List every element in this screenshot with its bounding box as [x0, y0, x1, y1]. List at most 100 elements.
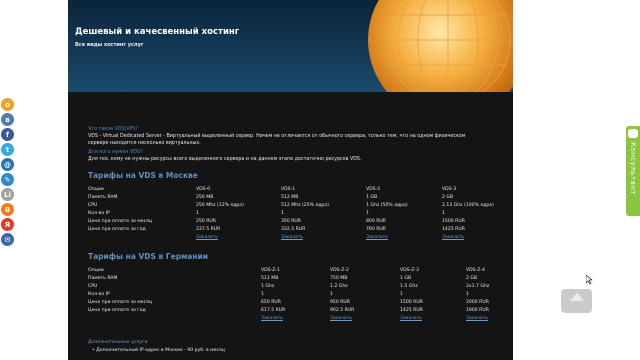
- table-cell: VDS-Z-3: [400, 268, 419, 273]
- chat-icon: [628, 129, 638, 138]
- table-cell: Опции: [88, 187, 104, 192]
- extras-heading: Дополнительные услуги: [88, 340, 148, 345]
- order-link[interactable]: Заказать: [330, 316, 352, 321]
- table-cell: VDS-3: [442, 187, 457, 192]
- table-cell: 902.5 RUR: [330, 308, 355, 313]
- table-cell: 1 Ghz: [261, 284, 275, 289]
- table-cell: Цена при оплате за месяц: [88, 300, 152, 305]
- twitter-icon[interactable]: t: [1, 143, 14, 156]
- livejournal-icon[interactable]: ✎: [1, 173, 14, 186]
- table-cell: 2 GB: [466, 276, 478, 281]
- table-cell: 1425 RUR: [400, 308, 423, 313]
- table-cell: 650 RUR: [261, 300, 281, 305]
- mouse-cursor: [586, 275, 593, 285]
- order-link[interactable]: Заказать: [442, 235, 464, 240]
- table-cell: 950 RUR: [330, 300, 350, 305]
- table-row: Цена при оплате за месяц 650 RUR 950 RUR 15…: [88, 300, 498, 308]
- table-row: Цена при оплате за год 617.5 RUR 902.5 RUR…: [88, 308, 498, 316]
- arrow-up-icon: [570, 293, 584, 301]
- table-cell: Цена при оплате за год: [88, 227, 146, 232]
- table-cell: Цена при оплате за год: [88, 308, 146, 313]
- extras-item: • Дополнительный IP-адрес в Москве - 90 …: [92, 348, 225, 353]
- germany-heading: Тарифы на VDS в Германии: [88, 252, 209, 261]
- consultant-tab[interactable]: Консультант: [626, 126, 640, 216]
- order-link[interactable]: Заказать: [196, 235, 218, 240]
- table-cell: VDS-2: [366, 187, 381, 192]
- table-cell: 1.2 Ghz: [330, 284, 348, 289]
- table-cell: 1500 RUR: [400, 300, 423, 305]
- table-cell: Кол-во IP: [88, 211, 110, 216]
- table-cell: 2000 RUR: [466, 300, 489, 305]
- main-page: Дешевый и качесвенный хостинг Все виды х…: [68, 0, 513, 360]
- table-cell: 1: [442, 211, 445, 216]
- header-banner: Дешевый и качесвенный хостинг Все виды х…: [68, 0, 513, 92]
- order-link[interactable]: Заказать: [261, 316, 283, 321]
- table-cell: 1900 RUR: [466, 308, 489, 313]
- faq-answer-1-line2: сервере находится несколько виртуальных.: [88, 141, 201, 146]
- germany-tariff-table: Опции VDS-Z-1 VDS-Z-2 VDS-Z-3 VDS-Z-4 Память …: [88, 268, 498, 328]
- table-row: Память RAM 256 MB 512 MB 1 GB 2 GB: [88, 195, 498, 203]
- table-cell: 332.5 RUR: [281, 227, 306, 232]
- table-cell: 760 RUR: [366, 227, 386, 232]
- faq-question-2[interactable]: Для кого нужен VDS?: [88, 150, 143, 155]
- liveinternet-icon[interactable]: Li: [1, 188, 14, 201]
- table-cell: 237.5 RUR: [196, 227, 221, 232]
- table-cell: 1: [281, 211, 284, 216]
- table-cell: 256 MB: [196, 195, 214, 200]
- table-cell: 1: [400, 292, 403, 297]
- table-cell: 1500 RUR: [442, 219, 465, 224]
- table-cell: VDS-0: [196, 187, 211, 192]
- vk-icon[interactable]: в: [1, 113, 14, 126]
- table-cell: 350 RUR: [281, 219, 301, 224]
- table-cell: 1 GB: [400, 276, 412, 281]
- table-header-row: Опции VDS-0 VDS-1 VDS-2 VDS-3: [88, 187, 498, 195]
- order-link[interactable]: Заказать: [366, 235, 388, 240]
- odnoklassniki-icon[interactable]: о: [1, 98, 14, 111]
- faq-answer-2: Для тех, кому не нужны ресурсы всего выд…: [88, 157, 362, 162]
- blogger-icon[interactable]: B: [1, 203, 14, 216]
- table-cell: CPU: [88, 284, 98, 289]
- email-icon[interactable]: ✉: [1, 233, 14, 246]
- table-cell: 1: [366, 211, 369, 216]
- table-cell: Память RAM: [88, 195, 118, 200]
- table-cell: 512 MB: [281, 195, 299, 200]
- table-cell: 1 GB: [366, 195, 378, 200]
- table-cell: VDS-Z-1: [261, 268, 280, 273]
- table-cell: 800 RUR: [366, 219, 386, 224]
- consultant-label: Консультант: [629, 142, 637, 195]
- mailru-icon[interactable]: @: [1, 158, 14, 171]
- table-cell: 1: [196, 211, 199, 216]
- faq-answer-1-line1: VDS - Virtual Dedicated Server - Виртуал…: [88, 134, 466, 139]
- table-cell: 250 RUR: [196, 219, 216, 224]
- table-cell: Опции: [88, 268, 104, 273]
- order-link[interactable]: Заказать: [466, 316, 488, 321]
- yandex-icon[interactable]: Я: [1, 218, 14, 231]
- table-row: Цена при оплате за месяц 250 RUR 350 RUR 80…: [88, 219, 498, 227]
- order-row: Заказать Заказать Заказать Заказать: [88, 235, 498, 243]
- table-cell: 512 MB: [261, 276, 279, 281]
- table-cell: 1: [330, 292, 333, 297]
- order-link[interactable]: Заказать: [281, 235, 303, 240]
- site-title: Дешевый и качесвенный хостинг: [75, 27, 240, 37]
- extras-item-text: Дополнительный IP-адрес в Москве - 90 ру…: [96, 348, 225, 353]
- order-link[interactable]: Заказать: [400, 316, 422, 321]
- table-cell: 1: [466, 292, 469, 297]
- table-cell: Кол-во IP: [88, 292, 110, 297]
- table-cell: 1.5 Ghz: [400, 284, 418, 289]
- table-row: Память RAM 512 MB 750 MB 1 GB 2 GB: [88, 276, 498, 284]
- moscow-tariff-table: Опции VDS-0 VDS-1 VDS-2 VDS-3 Память RAM 256 M…: [88, 187, 498, 247]
- table-cell: Память RAM: [88, 276, 118, 281]
- table-header-row: Опции VDS-Z-1 VDS-Z-2 VDS-Z-3 VDS-Z-4: [88, 268, 498, 276]
- table-row: Кол-во IP 1 1 1 1: [88, 211, 498, 219]
- table-cell: 1: [261, 292, 264, 297]
- facebook-icon[interactable]: f: [1, 128, 14, 141]
- table-cell: 2 GB: [442, 195, 454, 200]
- faq-question-1[interactable]: Что такое VDS/VPS?: [88, 127, 138, 132]
- table-cell: CPU: [88, 203, 98, 208]
- table-cell: 2x1.7 Ghz: [466, 284, 490, 289]
- table-cell: Цена при оплате за месяц: [88, 219, 152, 224]
- table-cell: 750 MB: [330, 276, 348, 281]
- scroll-to-top-button[interactable]: [561, 289, 592, 313]
- table-cell: 617.5 RUR: [261, 308, 286, 313]
- site-subtitle: Все виды хостинг услуг: [75, 42, 144, 48]
